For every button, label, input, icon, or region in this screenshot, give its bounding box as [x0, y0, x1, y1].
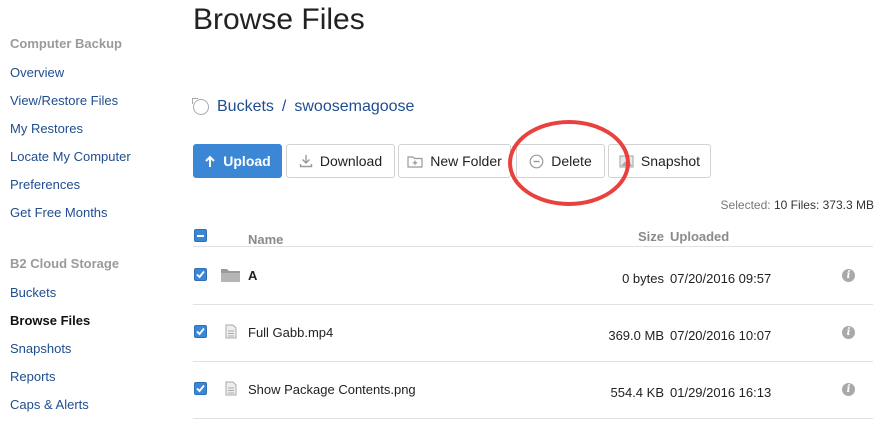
row-checkbox[interactable]	[194, 268, 207, 281]
sidebar-item-snapshots[interactable]: Snapshots	[10, 341, 71, 356]
upload-button-label: Upload	[223, 153, 271, 169]
sidebar-item-preferences[interactable]: Preferences	[10, 177, 80, 192]
sidebar-item-browse-files[interactable]: Browse Files	[10, 313, 90, 328]
row-divider	[193, 304, 873, 305]
breadcrumb-bucket-link[interactable]: swoosemagoose	[294, 98, 414, 116]
row-divider	[193, 418, 873, 419]
new-folder-button-label: New Folder	[430, 153, 502, 169]
row-size: 554.4 KB	[610, 385, 665, 400]
sidebar-item-view-restore-files[interactable]: View/Restore Files	[10, 93, 118, 108]
sidebar-item-get-free-months[interactable]: Get Free Months	[10, 205, 108, 220]
file-icon	[225, 381, 237, 396]
minus-circle-icon	[529, 154, 544, 168]
breadcrumb-separator: /	[281, 98, 287, 115]
new-folder-icon	[407, 156, 423, 168]
sidebar-item-my-restores[interactable]: My Restores	[10, 121, 83, 136]
download-button[interactable]: Download	[286, 144, 395, 178]
row-checkbox[interactable]	[194, 325, 207, 338]
upload-arrow-icon	[205, 155, 215, 167]
row-checkbox[interactable]	[194, 382, 207, 395]
table-header-divider	[193, 246, 873, 247]
row-divider	[193, 361, 873, 362]
upload-button[interactable]: Upload	[193, 144, 282, 178]
breadcrumb: Buckets / swoosemagoose	[192, 98, 414, 116]
info-icon[interactable]: i	[842, 326, 855, 339]
sidebar-section-computer-backup: Computer Backup	[10, 36, 122, 51]
snapshot-image-icon	[619, 154, 634, 168]
row-size: 0 bytes	[622, 271, 664, 286]
row-name[interactable]: A	[248, 268, 257, 283]
selection-summary: Selected: 10 Files: 373.3 MB	[721, 198, 874, 212]
info-icon[interactable]: i	[842, 269, 855, 282]
sidebar-item-buckets[interactable]: Buckets	[10, 285, 56, 300]
sidebar: Computer Backup Overview View/Restore Fi…	[0, 0, 170, 431]
column-header-name[interactable]: Name	[248, 232, 283, 247]
row-uploaded: 07/20/2016 09:57	[670, 271, 772, 286]
download-icon	[299, 155, 313, 168]
sidebar-item-overview[interactable]: Overview	[10, 65, 64, 80]
download-button-label: Download	[319, 153, 383, 169]
select-all-checkbox[interactable]	[194, 229, 207, 242]
breadcrumb-buckets-link[interactable]: Buckets	[217, 98, 274, 116]
sidebar-item-locate-my-computer[interactable]: Locate My Computer	[10, 149, 131, 164]
column-header-size[interactable]: Size	[606, 229, 664, 244]
new-folder-button[interactable]: New Folder	[398, 144, 511, 178]
selection-label: Selected:	[720, 198, 771, 212]
snapshot-button-label: Snapshot	[640, 153, 701, 169]
row-uploaded: 01/29/2016 16:13	[670, 385, 772, 400]
sidebar-item-caps-alerts[interactable]: Caps & Alerts	[10, 397, 89, 412]
selection-value: 10 Files: 373.3 MB	[773, 198, 874, 212]
row-name[interactable]: Show Package Contents.png	[248, 382, 416, 397]
delete-button-label: Delete	[551, 153, 592, 169]
sidebar-section-b2-cloud-storage: B2 Cloud Storage	[10, 256, 120, 271]
row-uploaded: 07/20/2016 10:07	[670, 328, 772, 343]
sidebar-item-reports[interactable]: Reports	[10, 369, 56, 384]
page-title: Browse Files	[193, 3, 365, 36]
info-icon[interactable]: i	[842, 383, 855, 396]
folder-icon	[221, 269, 240, 282]
snapshot-button[interactable]: Snapshot	[608, 144, 711, 178]
column-header-uploaded[interactable]: Uploaded	[670, 229, 729, 244]
delete-button[interactable]: Delete	[516, 144, 605, 178]
row-size: 369.0 MB	[608, 328, 664, 343]
file-icon	[225, 324, 237, 339]
refresh-icon[interactable]	[192, 98, 209, 115]
row-name[interactable]: Full Gabb.mp4	[248, 325, 333, 340]
